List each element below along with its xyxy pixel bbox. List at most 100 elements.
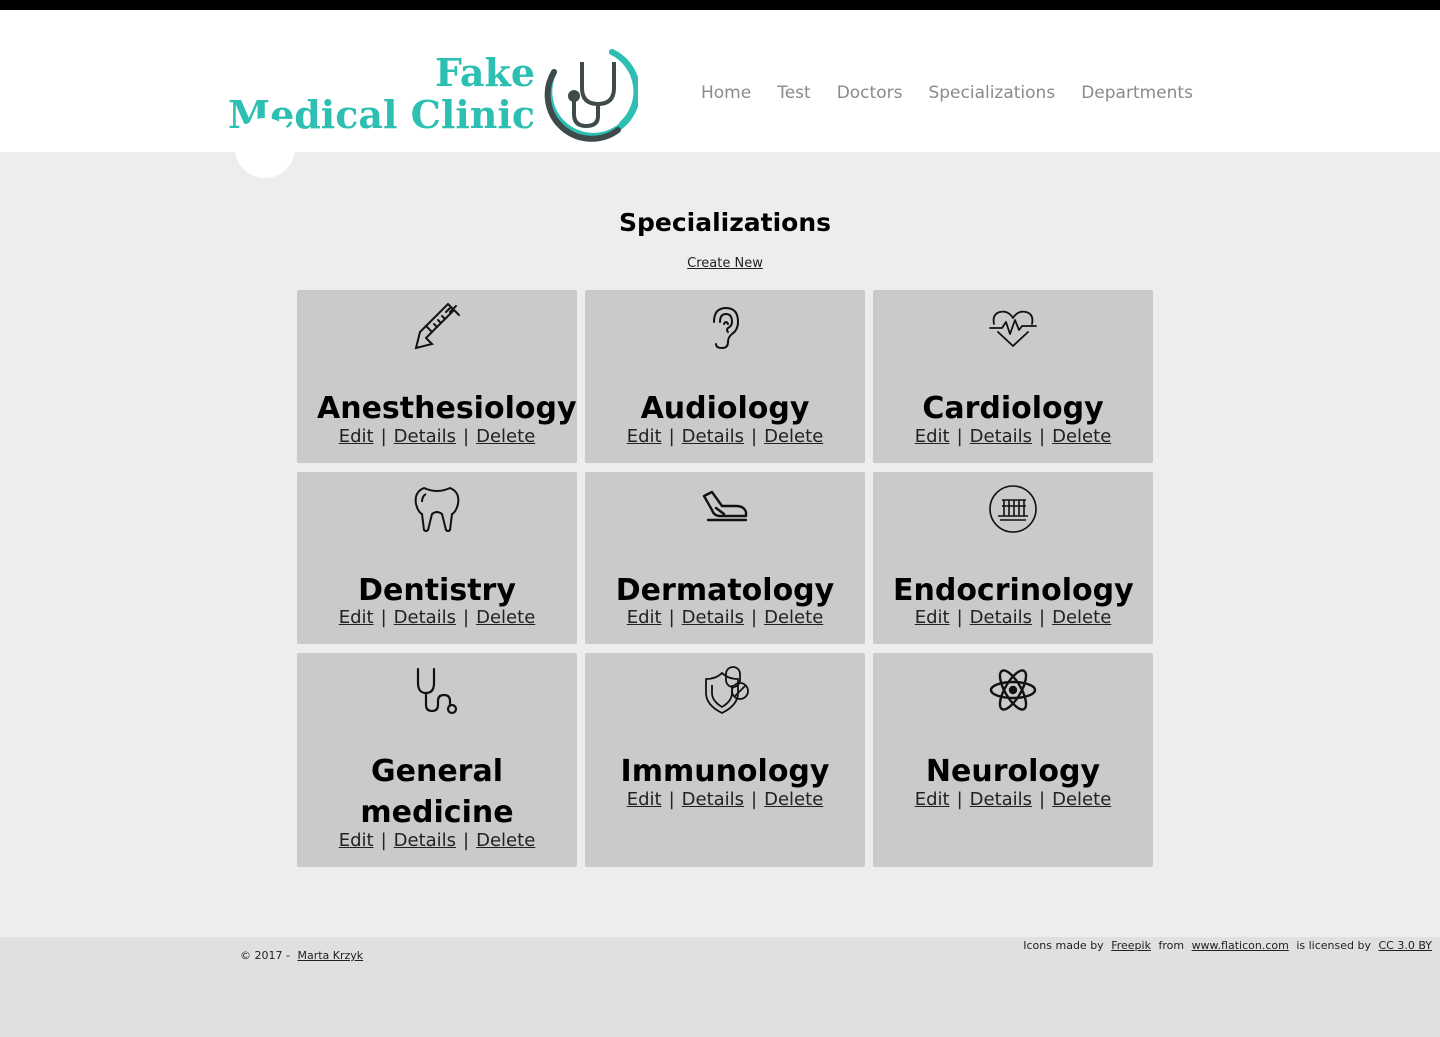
separator: | (956, 607, 963, 628)
test-tubes-icon (989, 485, 1037, 533)
separator: | (751, 426, 758, 447)
credit-from: from (1158, 939, 1185, 952)
card-name: Audiology (640, 391, 810, 426)
delete-link[interactable]: Delete (476, 830, 535, 851)
card-actions: Edit | Details | Delete (873, 789, 1153, 810)
page-title: Specializations (618, 208, 832, 237)
separator: | (380, 830, 387, 851)
details-link[interactable]: Details (970, 426, 1032, 447)
create-new-row: Create New (5, 256, 1440, 271)
site-header: Fake Medical Clinic Home Test Doctors Sp… (0, 10, 1440, 152)
copyright: © 2017 - Marta Krzyk (240, 949, 363, 962)
separator: | (668, 789, 675, 810)
delete-link[interactable]: Delete (764, 789, 823, 810)
credit-licensed: is licensed by (1296, 939, 1371, 952)
separator: | (463, 426, 470, 447)
heartbeat-icon (989, 310, 1037, 347)
card-name: General medicine (360, 754, 514, 830)
details-link[interactable]: Details (682, 789, 744, 810)
separator: | (751, 607, 758, 628)
edit-link[interactable]: Edit (339, 426, 374, 447)
stethoscope-icon (416, 667, 458, 715)
nav-doctors[interactable]: Doctors (837, 83, 903, 103)
syringe-icon (414, 302, 460, 350)
details-link[interactable]: Details (394, 607, 456, 628)
card-actions: Edit | Details | Delete (297, 426, 577, 447)
nav-home[interactable]: Home (701, 83, 751, 103)
edit-link[interactable]: Edit (627, 607, 662, 628)
card-dermatology: Dermatology Edit | Details | Delete (585, 472, 865, 644)
details-link[interactable]: Details (682, 607, 744, 628)
shield-pill-icon (705, 666, 749, 714)
site-footer: © 2017 - Marta Krzyk Icons made by Freep… (0, 937, 1440, 1037)
card-name: Anesthesiology (317, 391, 577, 426)
details-link[interactable]: Details (970, 607, 1032, 628)
create-new-link[interactable]: Create New (687, 256, 763, 271)
details-link[interactable]: Details (970, 789, 1032, 810)
edit-link[interactable]: Edit (339, 607, 374, 628)
tooth-icon (414, 487, 460, 532)
details-link[interactable]: Details (682, 426, 744, 447)
delete-link[interactable]: Delete (476, 426, 535, 447)
main-nav: Home Test Doctors Specializations Depart… (701, 83, 1219, 103)
hand-icon (702, 490, 748, 522)
card-dentistry: Dentistry Edit | Details | Delete (297, 472, 577, 644)
card-actions: Edit | Details | Delete (585, 789, 865, 810)
separator: | (668, 607, 675, 628)
card-name: Immunology (620, 754, 830, 789)
card-actions: Edit | Details | Delete (873, 607, 1153, 628)
card-endocrinology: Endocrinology Edit | Details | Delete (873, 472, 1153, 644)
delete-link[interactable]: Delete (1052, 426, 1111, 447)
card-actions: Edit | Details | Delete (585, 607, 865, 628)
delete-link[interactable]: Delete (476, 607, 535, 628)
card-neurology: Neurology Edit | Details | Delete (873, 653, 1153, 867)
separator: | (380, 426, 387, 447)
atom-icon (989, 669, 1037, 711)
separator: | (1039, 789, 1046, 810)
separator: | (463, 830, 470, 851)
details-link[interactable]: Details (394, 830, 456, 851)
details-link[interactable]: Details (394, 426, 456, 447)
card-audiology: Audiology Edit | Details | Delete (585, 290, 865, 463)
separator: | (1039, 607, 1046, 628)
card-name: Dermatology (615, 573, 835, 608)
delete-link[interactable]: Delete (1052, 607, 1111, 628)
stethoscope-logo-icon (544, 49, 638, 142)
license-link[interactable]: CC 3.0 BY (1378, 939, 1432, 952)
card-general-medicine: General medicine Edit | Details | Delete (297, 653, 577, 867)
edit-link[interactable]: Edit (915, 426, 950, 447)
edit-link[interactable]: Edit (627, 789, 662, 810)
author-link[interactable]: Marta Krzyk (297, 949, 363, 962)
card-name: Dentistry (358, 573, 516, 608)
top-black-bar (0, 0, 1440, 10)
edit-link[interactable]: Edit (339, 830, 374, 851)
main-content: Specializations Create New Anesthesiolog… (0, 152, 1440, 937)
logo-line-1: Fake (434, 50, 535, 95)
separator: | (463, 607, 470, 628)
card-name: Endocrinology (893, 573, 1134, 608)
nav-departments[interactable]: Departments (1081, 83, 1193, 103)
icon-credits: Icons made by Freepik from www.flaticon.… (1023, 939, 1436, 952)
edit-link[interactable]: Edit (915, 607, 950, 628)
separator: | (380, 607, 387, 628)
nav-test[interactable]: Test (777, 83, 810, 103)
freepik-link[interactable]: Freepik (1111, 939, 1151, 952)
separator: | (1039, 426, 1046, 447)
clinic-logo[interactable]: Fake Medical Clinic (228, 46, 640, 152)
delete-link[interactable]: Delete (764, 426, 823, 447)
card-actions: Edit | Details | Delete (585, 426, 865, 447)
delete-link[interactable]: Delete (1052, 789, 1111, 810)
card-actions: Edit | Details | Delete (297, 607, 577, 628)
separator: | (751, 789, 758, 810)
separator: | (956, 426, 963, 447)
delete-link[interactable]: Delete (764, 607, 823, 628)
card-name: Cardiology (922, 391, 1104, 426)
card-cardiology: Cardiology Edit | Details | Delete (873, 290, 1153, 463)
card-actions: Edit | Details | Delete (297, 830, 577, 851)
flaticon-link[interactable]: www.flaticon.com (1192, 939, 1289, 952)
copyright-text: © 2017 - (240, 949, 290, 962)
edit-link[interactable]: Edit (915, 789, 950, 810)
card-anesthesiology: Anesthesiology Edit | Details | Delete (297, 290, 577, 463)
nav-specializations[interactable]: Specializations (928, 83, 1055, 103)
edit-link[interactable]: Edit (627, 426, 662, 447)
